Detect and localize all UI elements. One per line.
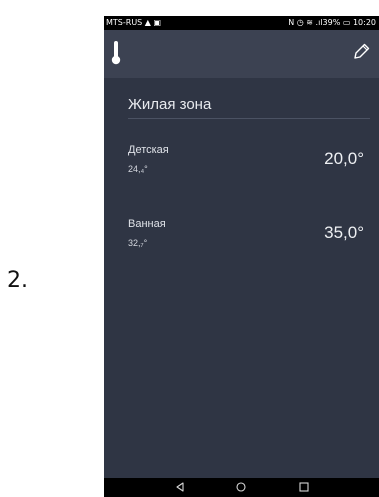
room-name: Ванная bbox=[128, 218, 166, 230]
room-name: Детская bbox=[128, 144, 169, 156]
room-target-temperature[interactable]: 35,0° bbox=[324, 223, 364, 243]
room-current-temperature: 32,₇° bbox=[128, 238, 148, 248]
status-left-text: MTS-RUS ▲ ▣ bbox=[106, 18, 162, 27]
zone-divider bbox=[128, 118, 370, 119]
app-bar bbox=[104, 30, 379, 78]
zone-title: Жилая зона bbox=[128, 96, 212, 113]
room-item-vannaya[interactable]: Ванная 32,₇° 35,0° bbox=[128, 218, 370, 262]
step-number-label: 2. bbox=[7, 268, 28, 293]
phone-screen: MTS-RUS ▲ ▣ N ◷ ≋ .ıl39% ▭ 10:20 Жилая з… bbox=[104, 16, 379, 497]
back-triangle-icon[interactable] bbox=[174, 481, 186, 493]
screen-page: 2. MTS-RUS ▲ ▣ N ◷ ≋ .ıl39% ▭ 10:20 Жила… bbox=[0, 0, 379, 497]
home-circle-icon[interactable] bbox=[235, 481, 247, 493]
recent-square-icon[interactable] bbox=[298, 481, 310, 493]
navigation-bar bbox=[104, 478, 379, 497]
room-item-detskaya[interactable]: Детская 24,₄° 20,0° bbox=[128, 144, 370, 188]
pencil-icon[interactable] bbox=[351, 42, 371, 62]
status-right-text: N ◷ ≋ .ıl39% ▭ 10:20 bbox=[288, 18, 376, 27]
zone-content: Жилая зона Детская 24,₄° 20,0° Ванная 32… bbox=[104, 78, 379, 478]
thermometer-icon[interactable] bbox=[110, 40, 122, 66]
room-current-temperature: 24,₄° bbox=[128, 164, 148, 174]
status-bar: MTS-RUS ▲ ▣ N ◷ ≋ .ıl39% ▭ 10:20 bbox=[104, 16, 379, 30]
room-target-temperature[interactable]: 20,0° bbox=[324, 149, 364, 169]
